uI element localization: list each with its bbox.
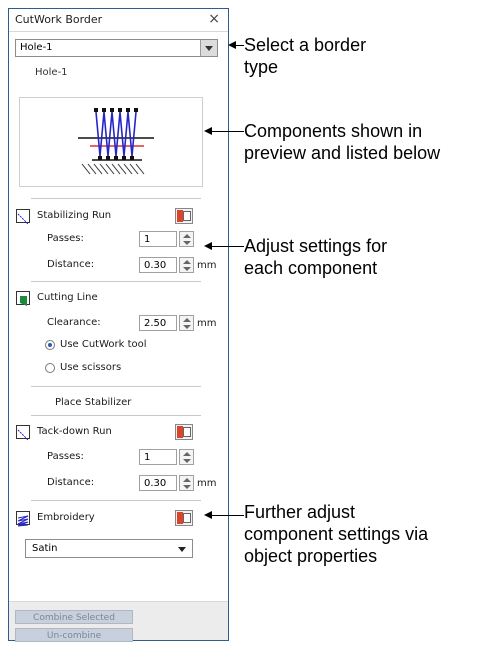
callout-adjust-settings: Adjust settings for each component [244, 236, 388, 278]
clearance-field[interactable]: 2.50 [139, 315, 177, 331]
distance-label: Distance: [47, 477, 95, 488]
distance-label: Distance: [47, 259, 95, 270]
distance-unit: mm [197, 260, 217, 271]
passes-label: Passes: [47, 233, 84, 244]
stabilizing-distance-spinner[interactable] [179, 257, 194, 273]
chevron-down-icon [178, 547, 186, 552]
distance-unit: mm [197, 478, 217, 489]
stabilizing-run-icon [16, 209, 30, 225]
stabilizing-passes-field[interactable]: 1 [139, 231, 177, 247]
tackdown-passes-field[interactable]: 1 [139, 449, 177, 465]
embroidery-icon [16, 511, 30, 527]
border-type-select[interactable]: Hole-1 [15, 39, 218, 57]
docker-titlebar: CutWork Border × [9, 9, 228, 32]
use-cutwork-tool-label: Use CutWork tool [60, 339, 147, 350]
satin-stitch-mark [95, 111, 137, 157]
preview-graphic [78, 108, 154, 175]
cutting-line-title: Cutting Line [37, 292, 98, 303]
embroidery-title: Embroidery [37, 512, 95, 523]
border-preview [19, 97, 203, 187]
embroidery-properties-button[interactable] [175, 510, 193, 526]
stitch-type-select[interactable]: Satin [25, 539, 193, 558]
chevron-down-icon[interactable] [200, 40, 217, 56]
clearance-unit: mm [197, 318, 217, 329]
callout-components: Components shown in preview and listed be… [244, 121, 441, 163]
callout-select-border: Select a border type [244, 35, 367, 77]
stabilizing-distance-field[interactable]: 0.30 [139, 257, 177, 273]
tackdown-distance-spinner[interactable] [179, 475, 194, 491]
uncombine-button[interactable]: Un-combine [15, 628, 133, 642]
place-stabilizer-label: Place Stabilizer [55, 397, 132, 408]
stabilizing-run-title: Stabilizing Run [37, 210, 112, 221]
cutwork-border-docker: CutWork Border × Hole-1 Hole-1 Stabilizi… [8, 8, 229, 642]
divider [31, 198, 201, 199]
docker-title: CutWork Border [15, 13, 103, 26]
divider [31, 500, 201, 501]
tackdown-run-icon [16, 425, 30, 441]
border-name-label: Hole-1 [35, 67, 68, 78]
tackdown-distance-field[interactable]: 0.30 [139, 475, 177, 491]
stitch-type-value: Satin [32, 543, 58, 554]
use-scissors-label: Use scissors [60, 362, 122, 373]
tackdown-run-title: Tack-down Run [37, 426, 112, 437]
clearance-label: Clearance: [47, 317, 101, 328]
passes-label: Passes: [47, 451, 84, 462]
divider [31, 386, 201, 387]
callout-further-adjust: Further adjust component settings via obje… [244, 502, 429, 566]
callout-leader [210, 515, 244, 516]
combine-selected-button[interactable]: Combine Selected [15, 610, 133, 624]
callout-leader [210, 246, 244, 247]
close-icon[interactable]: × [208, 11, 220, 27]
tackdown-properties-button[interactable] [175, 424, 193, 440]
use-scissors-radio[interactable] [45, 363, 55, 373]
stabilizing-properties-button[interactable] [175, 208, 193, 224]
tackdown-passes-spinner[interactable] [179, 449, 194, 465]
stabilizer-hatch-icon [81, 163, 145, 175]
callout-leader [234, 45, 244, 46]
use-cutwork-tool-radio[interactable] [45, 340, 55, 350]
divider [31, 281, 201, 282]
callout-leader [210, 131, 244, 132]
border-type-value: Hole-1 [20, 42, 53, 53]
cutting-line-icon [16, 291, 30, 306]
docker-footer: Combine Selected Un-combine [9, 601, 228, 642]
clearance-spinner[interactable] [179, 315, 194, 331]
divider [31, 415, 201, 416]
stabilizing-passes-spinner[interactable] [179, 231, 194, 247]
